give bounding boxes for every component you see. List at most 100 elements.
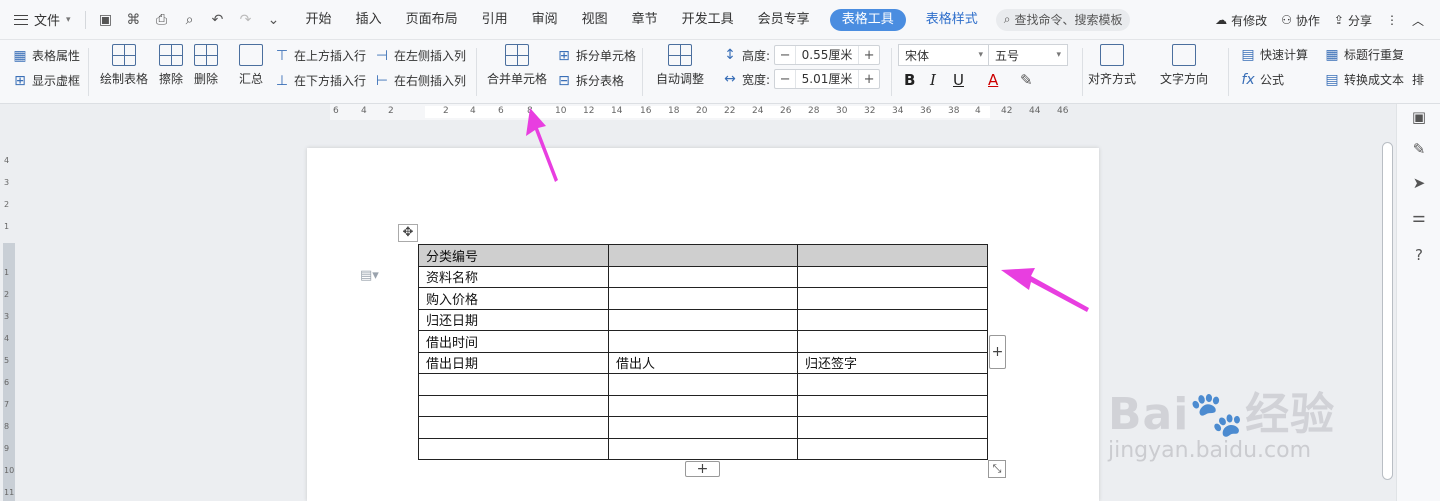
more-menu-icon[interactable]: ⋮ — [1386, 13, 1398, 27]
decrement-width-button[interactable]: − — [775, 72, 795, 87]
font-color-button[interactable]: A — [988, 71, 998, 89]
table-cell[interactable]: 归还签字 — [797, 351, 988, 374]
table-cell[interactable] — [797, 244, 988, 267]
row-height-value[interactable]: 0.55厘米 — [795, 46, 860, 64]
customize-toolbar-icon[interactable]: ⌄ — [266, 12, 282, 28]
quick-calc-button[interactable]: ▤ 快速计算 — [1240, 46, 1308, 63]
table-cell[interactable] — [418, 394, 609, 417]
edit-pen-icon[interactable]: ✎ — [1409, 140, 1429, 160]
tab-view[interactable]: 视图 — [570, 0, 620, 40]
table-cell[interactable] — [608, 437, 798, 460]
changes-button[interactable]: ☁ 有修改 — [1215, 12, 1267, 29]
insert-col-right-button[interactable]: ⊢ 在右侧插入列 — [374, 72, 466, 89]
increment-width-button[interactable]: + — [859, 72, 879, 87]
table-cell[interactable] — [418, 437, 609, 460]
tab-home[interactable]: 开始 — [294, 0, 344, 40]
decrement-height-button[interactable]: − — [775, 48, 795, 63]
save-icon[interactable]: ▣ — [98, 12, 114, 28]
delete-button[interactable]: 删除 — [194, 44, 218, 87]
tab-review[interactable]: 审阅 — [520, 0, 570, 40]
col-width-value[interactable]: 5.01厘米 — [795, 70, 860, 88]
tab-membership[interactable]: 会员专享 — [746, 0, 822, 40]
command-search[interactable]: ⌕ 查找命令、搜索模板 — [995, 8, 1131, 31]
table-cell[interactable] — [608, 330, 798, 353]
split-table-button[interactable]: ⊟ 拆分表格 — [556, 72, 624, 89]
table-cell[interactable] — [797, 287, 988, 310]
convert-text-button[interactable]: ▤ 转换成文本 — [1324, 71, 1404, 88]
tab-table-tools[interactable]: 表格工具 — [829, 8, 906, 31]
add-row-button[interactable]: + — [685, 461, 720, 477]
table-cell[interactable]: 资料名称 — [418, 265, 609, 288]
vertical-ruler[interactable]: 4 3 2 1 1 2 3 4 5 6 7 8 9 10 11 — [0, 120, 16, 501]
vertical-scrollbar[interactable] — [1380, 120, 1396, 501]
paragraph-icon[interactable]: ▤▾ — [360, 268, 379, 283]
horizontal-ruler[interactable]: 6 4 2 2 4 6 8 10 12 14 16 18 20 22 24 26 28 30 32 34 36 38 4 42… — [0, 104, 1380, 120]
select-cursor-icon[interactable]: ➤ — [1409, 174, 1429, 194]
table-cell[interactable] — [418, 416, 609, 439]
collapse-ribbon-icon[interactable]: ︿ — [1412, 12, 1424, 29]
row-height-stepper[interactable]: − 0.55厘米 + — [774, 45, 881, 65]
table-cell[interactable] — [608, 244, 798, 267]
erase-button[interactable]: 擦除 — [159, 44, 183, 87]
insert-row-below-button[interactable]: ⊥ 在下方插入行 — [274, 72, 366, 89]
print-icon[interactable]: ⎙ — [154, 12, 170, 28]
merge-cells-button[interactable]: 合并单元格 — [487, 44, 547, 87]
table-resize-handle[interactable]: ⤡ — [988, 460, 1006, 478]
font-size-select[interactable]: 五号 ▾ — [988, 44, 1068, 66]
underline-button[interactable]: U — [953, 71, 964, 89]
draw-table-button[interactable]: 绘制表格 — [100, 44, 148, 87]
tab-table-style[interactable]: 表格样式 — [914, 0, 990, 40]
table-move-handle[interactable]: ✥ — [398, 224, 418, 242]
tab-section[interactable]: 章节 — [620, 0, 670, 40]
split-cells-button[interactable]: ⊞ 拆分单元格 — [556, 47, 636, 64]
table-cell[interactable] — [797, 308, 988, 331]
formula-button[interactable]: fx 公式 — [1240, 71, 1284, 88]
summary-button[interactable]: 汇总 — [239, 44, 263, 87]
print-preview-icon[interactable]: ⌕ — [182, 12, 198, 28]
table-cell[interactable]: 借出时间 — [418, 330, 609, 353]
document-page[interactable]: 分类编号 资料名称 购入价格 归还日期 借出时间 借出日期 借出人 归还签字 — [307, 148, 1099, 501]
undo-icon[interactable]: ↶ — [210, 12, 226, 28]
bold-button[interactable]: B — [904, 71, 915, 89]
table-cell[interactable]: 购入价格 — [418, 287, 609, 310]
table-cell[interactable] — [608, 308, 798, 331]
redo-icon[interactable]: ↷ — [238, 12, 254, 28]
table-cell[interactable]: 借出人 — [608, 351, 798, 374]
help-icon[interactable]: ? — [1409, 246, 1429, 266]
share-button[interactable]: ⇪ 分享 — [1334, 12, 1372, 29]
table-cell[interactable] — [797, 394, 988, 417]
table-properties-button[interactable]: ▦ 表格属性 — [12, 47, 80, 64]
scrollbar-thumb[interactable] — [1382, 142, 1393, 480]
tab-references[interactable]: 引用 — [470, 0, 520, 40]
font-name-select[interactable]: 宋体 ▾ — [898, 44, 990, 66]
collab-button[interactable]: ⚇ 协作 — [1281, 12, 1320, 29]
insert-col-left-button[interactable]: ⊣ 在左侧插入列 — [374, 47, 466, 64]
italic-button[interactable]: I — [930, 71, 936, 89]
table-cell[interactable] — [797, 265, 988, 288]
insert-row-above-button[interactable]: ⊤ 在上方插入行 — [274, 47, 366, 64]
table-cell[interactable] — [608, 287, 798, 310]
highlight-icon[interactable]: ✎ — [1020, 71, 1033, 89]
sort-button[interactable]: 排 — [1412, 71, 1424, 88]
table-cell[interactable] — [608, 394, 798, 417]
text-direction-button[interactable]: 文字方向 — [1160, 44, 1208, 87]
table-cell[interactable] — [797, 330, 988, 353]
settings-sliders-icon[interactable]: ⚌ — [1409, 208, 1429, 228]
show-gridlines-button[interactable]: ⊞ 显示虚框 — [12, 72, 80, 89]
tab-page-layout[interactable]: 页面布局 — [394, 0, 470, 40]
table-cell[interactable]: 分类编号 — [418, 244, 609, 267]
table-cell[interactable] — [608, 416, 798, 439]
format-painter-icon[interactable]: ⌘ — [126, 12, 142, 28]
table-cell[interactable] — [797, 373, 988, 396]
increment-height-button[interactable]: + — [859, 48, 879, 63]
file-menu-button[interactable]: 文件 ▾ — [0, 0, 81, 40]
table-cell[interactable] — [608, 373, 798, 396]
table-cell[interactable] — [797, 437, 988, 460]
panel-toggle-icon[interactable]: ▣ — [1409, 108, 1429, 128]
table-cell[interactable]: 归还日期 — [418, 308, 609, 331]
tab-developer[interactable]: 开发工具 — [670, 0, 746, 40]
table-cell[interactable] — [418, 373, 609, 396]
repeat-header-button[interactable]: ▦ 标题行重复 — [1324, 46, 1404, 63]
alignment-button[interactable]: 对齐方式 — [1088, 44, 1136, 87]
document-table[interactable]: 分类编号 资料名称 购入价格 归还日期 借出时间 借出日期 借出人 归还签字 — [418, 244, 988, 460]
